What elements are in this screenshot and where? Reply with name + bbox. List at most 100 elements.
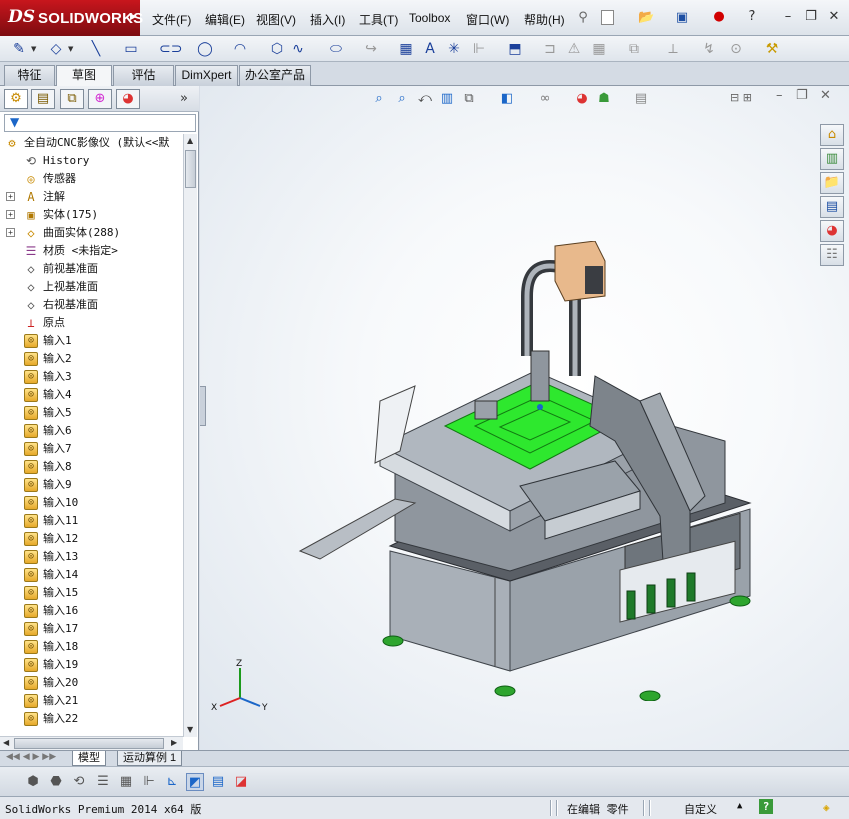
plane-sketch-icon[interactable]: ▦	[397, 40, 415, 58]
tree-item[interactable]: ⊙ 输入10	[0, 494, 183, 512]
close-button[interactable]: ✕	[826, 9, 842, 25]
tree-hscroll-thumb[interactable]	[14, 738, 164, 749]
tab-features[interactable]: 特征	[4, 65, 55, 86]
tree-item[interactable]: ⊙ 输入14	[0, 566, 183, 584]
tab-office-products[interactable]: 办公室产品	[239, 65, 311, 86]
rapid-sketch-icon[interactable]: ⚒	[763, 40, 781, 58]
help-icon[interactable]: ?	[759, 799, 773, 814]
move-entities-icon[interactable]: ⧉	[625, 40, 643, 58]
tree-item[interactable]: ◇ 前视基准面	[0, 260, 183, 278]
tree-item[interactable]: ⊙ 输入4	[0, 386, 183, 404]
table-icon[interactable]: ▤	[209, 773, 227, 791]
appearances-scenes-icon[interactable]: ◕	[820, 220, 844, 242]
file-explorer-icon[interactable]: 📁	[820, 172, 844, 194]
featuremanager-tree-icon[interactable]: ⚙	[4, 89, 28, 109]
grid-icon[interactable]: ▦	[117, 773, 135, 791]
spline-icon[interactable]: ∿	[289, 40, 307, 58]
tab-dimxpert[interactable]: DimXpert	[175, 65, 238, 86]
tree-item[interactable]: ⊙ 输入7	[0, 440, 183, 458]
tree-item[interactable]: ⊙ 输入6	[0, 422, 183, 440]
new-document-icon[interactable]	[601, 10, 614, 25]
tree-item[interactable]: ⊙ 输入12	[0, 530, 183, 548]
previous-view-icon[interactable]: ⤺	[416, 90, 434, 108]
menu-edit[interactable]: 编辑(E)	[205, 11, 245, 28]
custom-properties-icon[interactable]: ☷	[820, 244, 844, 266]
tree-item[interactable]: ☰ 材质 <未指定>	[0, 242, 183, 260]
menu-toolbox[interactable]: Toolbox	[409, 11, 450, 25]
extrude-icon[interactable]: ⬢	[24, 773, 42, 791]
smart-dimension-icon[interactable]: ◇	[47, 40, 65, 58]
viewport-split-icon[interactable]: ⊟ ⊞	[730, 91, 752, 104]
convert-entities-icon[interactable]: ⬒	[506, 40, 524, 58]
text-icon[interactable]: A	[421, 40, 439, 58]
solidworks-resources-icon[interactable]: ⌂	[820, 124, 844, 146]
tree-item[interactable]: ⊙ 输入16	[0, 602, 183, 620]
zoom-to-area-icon[interactable]: ⌕	[393, 90, 411, 108]
menu-file[interactable]: 文件(F)	[152, 11, 191, 28]
view-orientation-icon[interactable]: ⧉	[460, 90, 478, 108]
tree-item[interactable]: + ◇ 曲面实体(288)	[0, 224, 183, 242]
tree-item[interactable]: ⊙ 输入1	[0, 332, 183, 350]
help-question-icon[interactable]: ?	[744, 9, 760, 25]
tree-item[interactable]: ⊙ 输入2	[0, 350, 183, 368]
axis-icon[interactable]: ⊾	[163, 773, 181, 791]
menu-tools[interactable]: 工具(T)	[359, 11, 398, 28]
cnc-measuring-machine-model[interactable]	[295, 241, 765, 701]
panel-collapse-handle[interactable]	[200, 386, 206, 426]
scroll-down-icon[interactable]: ▼	[187, 725, 193, 734]
offset-entities-icon[interactable]: ⊐	[541, 40, 559, 58]
expand-plus-icon[interactable]: +	[6, 210, 15, 219]
configurationmanager-icon[interactable]: ⧉	[60, 89, 84, 109]
tree-item[interactable]: ⊙ 输入5	[0, 404, 183, 422]
more-managers-icon[interactable]: »	[180, 91, 188, 106]
tab-sketch[interactable]: 草图	[56, 65, 112, 87]
dimxpertmanager-icon[interactable]: ⊕	[88, 89, 112, 109]
tree-filter-bar[interactable]: ▼	[4, 114, 196, 132]
minimize-button[interactable]: –	[780, 9, 796, 25]
tree-item[interactable]: ⊙ 输入18	[0, 638, 183, 656]
tag-icon[interactable]: ◈	[823, 801, 830, 814]
arc-icon[interactable]: ◠	[231, 40, 249, 58]
tree-root-part[interactable]: ⚙ 全自动CNC影像仪 (默认<<默	[0, 134, 183, 152]
circle-icon[interactable]: ◯	[196, 40, 214, 58]
tree-horizontal-scrollbar[interactable]: ◀ ▶	[0, 736, 183, 750]
graphics-area[interactable]: ⌕ ⌕ ⤺ ▥ ⧉ ◧ ∞ ◕ ☗ ▤ ⊟ ⊞ – ❐ ✕ ⌂ ▥ 📁 ▤ ◕ …	[200, 86, 849, 750]
viewport-restore-icon[interactable]: ❐	[796, 88, 808, 103]
tab-motion-study-1[interactable]: 运动算例 1	[117, 751, 183, 766]
line-icon[interactable]: ╲	[87, 40, 105, 58]
tree-item[interactable]: ⊙ 输入20	[0, 674, 183, 692]
trim-entities-icon[interactable]: ⊩	[470, 40, 488, 58]
tree-item[interactable]: ⊙ 输入15	[0, 584, 183, 602]
export-icon[interactable]: ◪	[232, 773, 250, 791]
tree-item[interactable]: ⊙ 输入9	[0, 476, 183, 494]
ellipse-icon[interactable]: ⬭	[327, 40, 345, 58]
propertymanager-icon[interactable]: ▤	[31, 89, 55, 109]
tree-item[interactable]: ⊙ 输入19	[0, 656, 183, 674]
hide-show-items-icon[interactable]: ∞	[536, 90, 554, 108]
expand-plus-icon[interactable]: +	[6, 228, 15, 237]
fillet-icon[interactable]: ↪	[362, 40, 380, 58]
tab-model[interactable]: 模型	[72, 751, 106, 766]
display-style-icon[interactable]: ◧	[498, 90, 516, 108]
slot-icon[interactable]: ⊂⊃	[159, 40, 182, 58]
tree-item[interactable]: ⟲ History	[0, 152, 183, 170]
displaymanager-icon[interactable]: ◕	[116, 89, 140, 109]
tree-item[interactable]: ◎ 传感器	[0, 170, 183, 188]
units-dropdown-icon[interactable]: ▲	[737, 801, 742, 811]
restore-button[interactable]: ❐	[803, 9, 819, 25]
section-view-icon[interactable]: ▥	[438, 90, 456, 108]
scroll-right-icon[interactable]: ▶	[171, 738, 177, 747]
tree-item[interactable]: + ▣ 实体(175)	[0, 206, 183, 224]
display-relations-icon[interactable]: ⟂	[664, 40, 682, 58]
tree-item[interactable]: ⊙ 输入22	[0, 710, 183, 728]
rectangle-icon[interactable]: ▭	[122, 40, 140, 58]
menu-view[interactable]: 视图(V)	[256, 11, 296, 28]
units-text[interactable]: 自定义	[684, 801, 717, 817]
tree-scroll-thumb[interactable]	[185, 150, 196, 188]
repair-sketch-icon[interactable]: ↯	[700, 40, 718, 58]
design-library-icon[interactable]: ▥	[820, 148, 844, 170]
solidworks-logo[interactable]: DS SOLIDWORKS ▶	[0, 0, 143, 36]
tab-nav-arrows-icon[interactable]: ◀◀ ◀ ▶ ▶▶	[6, 752, 56, 762]
expand-plus-icon[interactable]: +	[6, 192, 15, 201]
funnel-icon[interactable]: ▼	[10, 115, 19, 129]
